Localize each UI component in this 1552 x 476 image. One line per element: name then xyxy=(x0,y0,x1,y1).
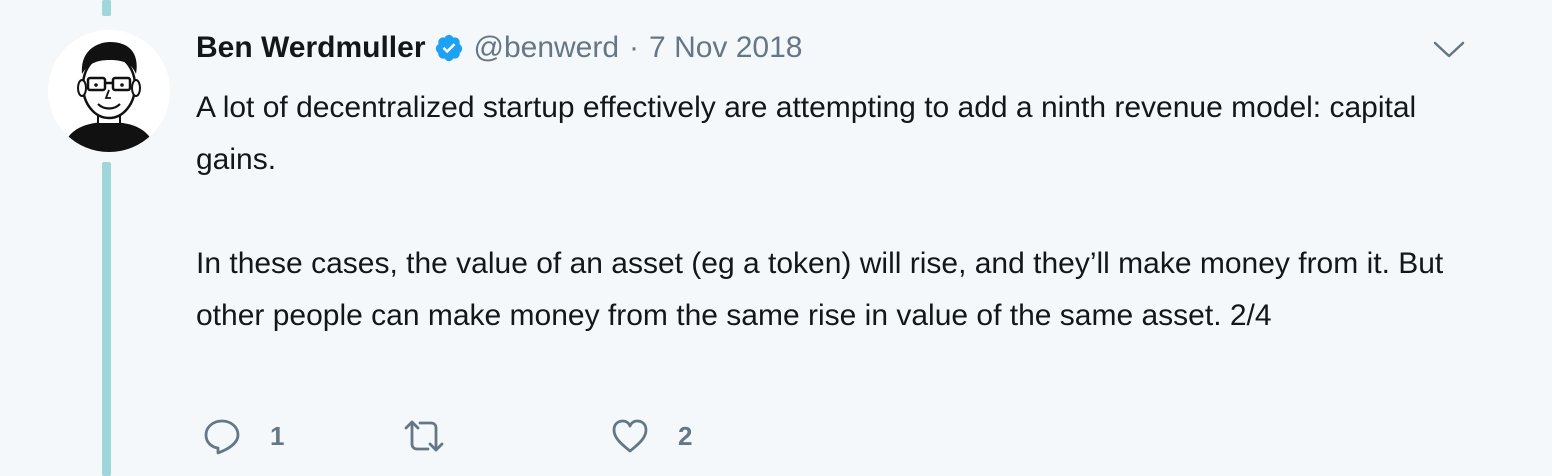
author-handle[interactable]: @benwerd xyxy=(474,31,620,65)
author-name[interactable]: Ben Werdmuller xyxy=(196,31,426,65)
like-button[interactable]: 2 xyxy=(610,414,692,458)
verified-badge-icon xyxy=(434,33,464,63)
reply-button[interactable]: 1 xyxy=(202,414,284,458)
like-count: 2 xyxy=(678,420,693,451)
tweet-paragraph-1: A lot of decentralized startup effective… xyxy=(196,91,1417,176)
reply-icon xyxy=(202,416,242,456)
avatar-illustration xyxy=(48,30,170,152)
avatar[interactable] xyxy=(48,30,170,152)
tweet-date[interactable]: 7 Nov 2018 xyxy=(649,31,802,65)
tweet-header: Ben Werdmuller @benwerd · 7 Nov 2018 xyxy=(196,26,1496,70)
thread-line-top xyxy=(102,0,111,16)
retweet-icon xyxy=(402,416,446,456)
tweet-paragraph-2: In these cases, the value of an asset (e… xyxy=(196,247,1444,332)
reply-count: 1 xyxy=(270,420,285,451)
thread-line-bottom xyxy=(102,162,111,476)
header-separator: · xyxy=(629,31,640,64)
tweet-text: A lot of decentralized startup effective… xyxy=(196,82,1476,342)
chevron-down-icon[interactable] xyxy=(1432,36,1466,62)
tweet-actions: 1 2 xyxy=(202,414,802,458)
tweet-content: Ben Werdmuller @benwerd · 7 Nov 2018 A l… xyxy=(196,26,1496,342)
heart-icon xyxy=(610,416,650,456)
retweet-button[interactable] xyxy=(402,414,474,458)
